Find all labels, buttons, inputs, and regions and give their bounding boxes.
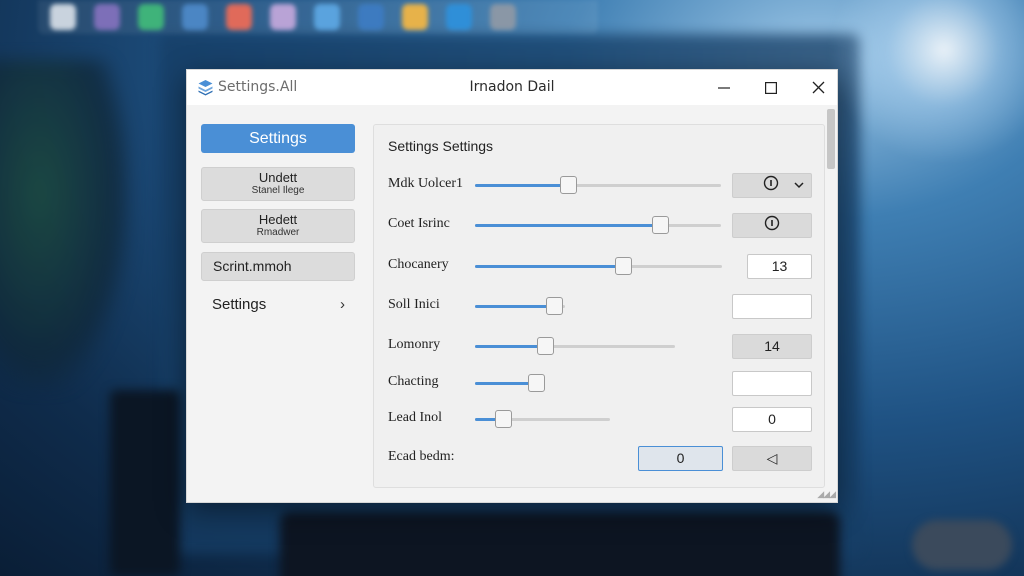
chevron-right-icon: ›: [340, 296, 345, 313]
scrollbar-thumb[interactable]: [827, 109, 835, 169]
sidebar-card-hedett[interactable]: Hedett Rmadwer: [201, 209, 355, 243]
close-button[interactable]: [795, 70, 841, 105]
setting-slider[interactable]: [475, 257, 722, 275]
value-button[interactable]: 14: [732, 334, 812, 359]
info-icon: [764, 215, 780, 238]
slider-thumb[interactable]: [560, 176, 578, 194]
value-input[interactable]: 0: [732, 407, 812, 432]
back-arrow-icon: ◁: [766, 450, 778, 466]
settings-row: Chocanery 13: [374, 251, 826, 281]
window-content: Settings Undett Stanel Ilege Hedett Rmad…: [187, 105, 837, 502]
dock-app-icon[interactable]: [490, 4, 516, 30]
setting-slider[interactable]: [475, 374, 545, 392]
setting-label: Chocanery: [388, 257, 449, 272]
setting-slider[interactable]: [475, 216, 721, 234]
setting-label: Lomonry: [388, 337, 441, 352]
setting-dropdown[interactable]: [732, 173, 812, 198]
slider-fill: [475, 382, 536, 385]
sidebar-card-undett[interactable]: Undett Stanel Ilege: [201, 167, 355, 201]
dock-app-icon[interactable]: [94, 4, 120, 30]
sidebar-card-title: Undett: [258, 170, 298, 185]
chevron-down-icon: [794, 174, 804, 203]
background-mouse: [912, 520, 1012, 570]
slider-thumb[interactable]: [495, 410, 513, 428]
dock-app-icon[interactable]: [50, 4, 76, 30]
settings-row: Coet Isrinc: [374, 210, 826, 240]
setting-label: Coet Isrinc: [388, 216, 450, 231]
sidebar-item-settings[interactable]: Settings ›: [201, 291, 355, 319]
slider-fill: [475, 305, 555, 308]
dock-app-icon[interactable]: [226, 4, 252, 30]
settings-row: Lomonry 14: [374, 331, 826, 361]
setting-slider[interactable]: [475, 176, 721, 194]
slider-fill: [475, 224, 660, 227]
minimize-icon: [718, 86, 730, 89]
panel-title: Settings Settings: [388, 138, 494, 154]
settings-panel: Settings Settings Mdk Uolcer1 Coet Isrin…: [373, 124, 825, 488]
slider-fill: [475, 265, 624, 268]
slider-thumb[interactable]: [615, 257, 633, 275]
setting-label: Mdk Uolcer1: [388, 176, 464, 191]
taskbar-dock: [38, 0, 598, 34]
dock-app-icon[interactable]: [402, 4, 428, 30]
dock-app-icon[interactable]: [270, 4, 296, 30]
value-input-focused[interactable]: 0: [638, 446, 723, 471]
dock-app-icon[interactable]: [182, 4, 208, 30]
background-speaker: [110, 390, 180, 576]
settings-row: Lead Inol 0: [374, 404, 826, 434]
back-button[interactable]: ◁: [732, 446, 812, 471]
background-light-glow: [824, 0, 1024, 160]
sidebar-item-label: Settings: [212, 296, 267, 313]
dock-app-icon[interactable]: [446, 4, 472, 30]
sidebar-item-settings-active[interactable]: Settings: [201, 124, 355, 153]
sidebar-item-scrint[interactable]: Scrint.mmoh: [201, 252, 355, 281]
settings-window: Settings.All Irnadon Dail Settings Undet…: [186, 69, 838, 503]
dock-app-icon[interactable]: [358, 4, 384, 30]
title-bar[interactable]: Settings.All Irnadon Dail: [187, 70, 837, 105]
settings-row: Mdk Uolcer1: [374, 170, 826, 200]
setting-label: Ecad bedm:: [388, 449, 455, 464]
background-plant: [0, 60, 130, 390]
slider-fill: [475, 184, 569, 187]
slider-thumb[interactable]: [651, 216, 669, 234]
scrollbar[interactable]: [825, 105, 837, 502]
minimize-button[interactable]: [701, 70, 747, 105]
setting-label: Chacting: [388, 374, 439, 389]
slider-thumb[interactable]: [546, 297, 564, 315]
setting-label: Lead Inol: [388, 410, 443, 425]
dock-app-icon[interactable]: [314, 4, 340, 30]
close-icon: [812, 81, 824, 94]
info-button[interactable]: [732, 213, 812, 238]
background-keyboard: [280, 512, 840, 576]
settings-row: Chacting: [374, 368, 826, 398]
sidebar-card-title: Hedett: [258, 212, 298, 227]
value-input[interactable]: [732, 294, 812, 319]
value-input[interactable]: [732, 371, 812, 396]
setting-slider[interactable]: [475, 337, 675, 355]
resize-grip-icon[interactable]: ◢◢◢: [817, 490, 836, 500]
sidebar-card-subtitle: Rmadwer: [256, 227, 300, 238]
slider-fill: [475, 345, 545, 348]
dock-app-icon[interactable]: [138, 4, 164, 30]
setting-slider[interactable]: [475, 410, 610, 428]
slider-thumb[interactable]: [527, 374, 545, 392]
settings-row: Ecad bedm: 0 ◁: [374, 443, 826, 473]
setting-label: Soll Inici: [388, 297, 440, 312]
info-icon: [763, 175, 779, 198]
slider-thumb[interactable]: [537, 337, 554, 355]
maximize-button[interactable]: [748, 70, 794, 105]
maximize-icon: [765, 81, 777, 94]
settings-row: Soll Inici: [374, 291, 826, 321]
value-input[interactable]: 13: [747, 254, 812, 279]
sidebar-card-subtitle: Stanel Ilege: [251, 185, 305, 196]
setting-slider[interactable]: [475, 297, 565, 315]
